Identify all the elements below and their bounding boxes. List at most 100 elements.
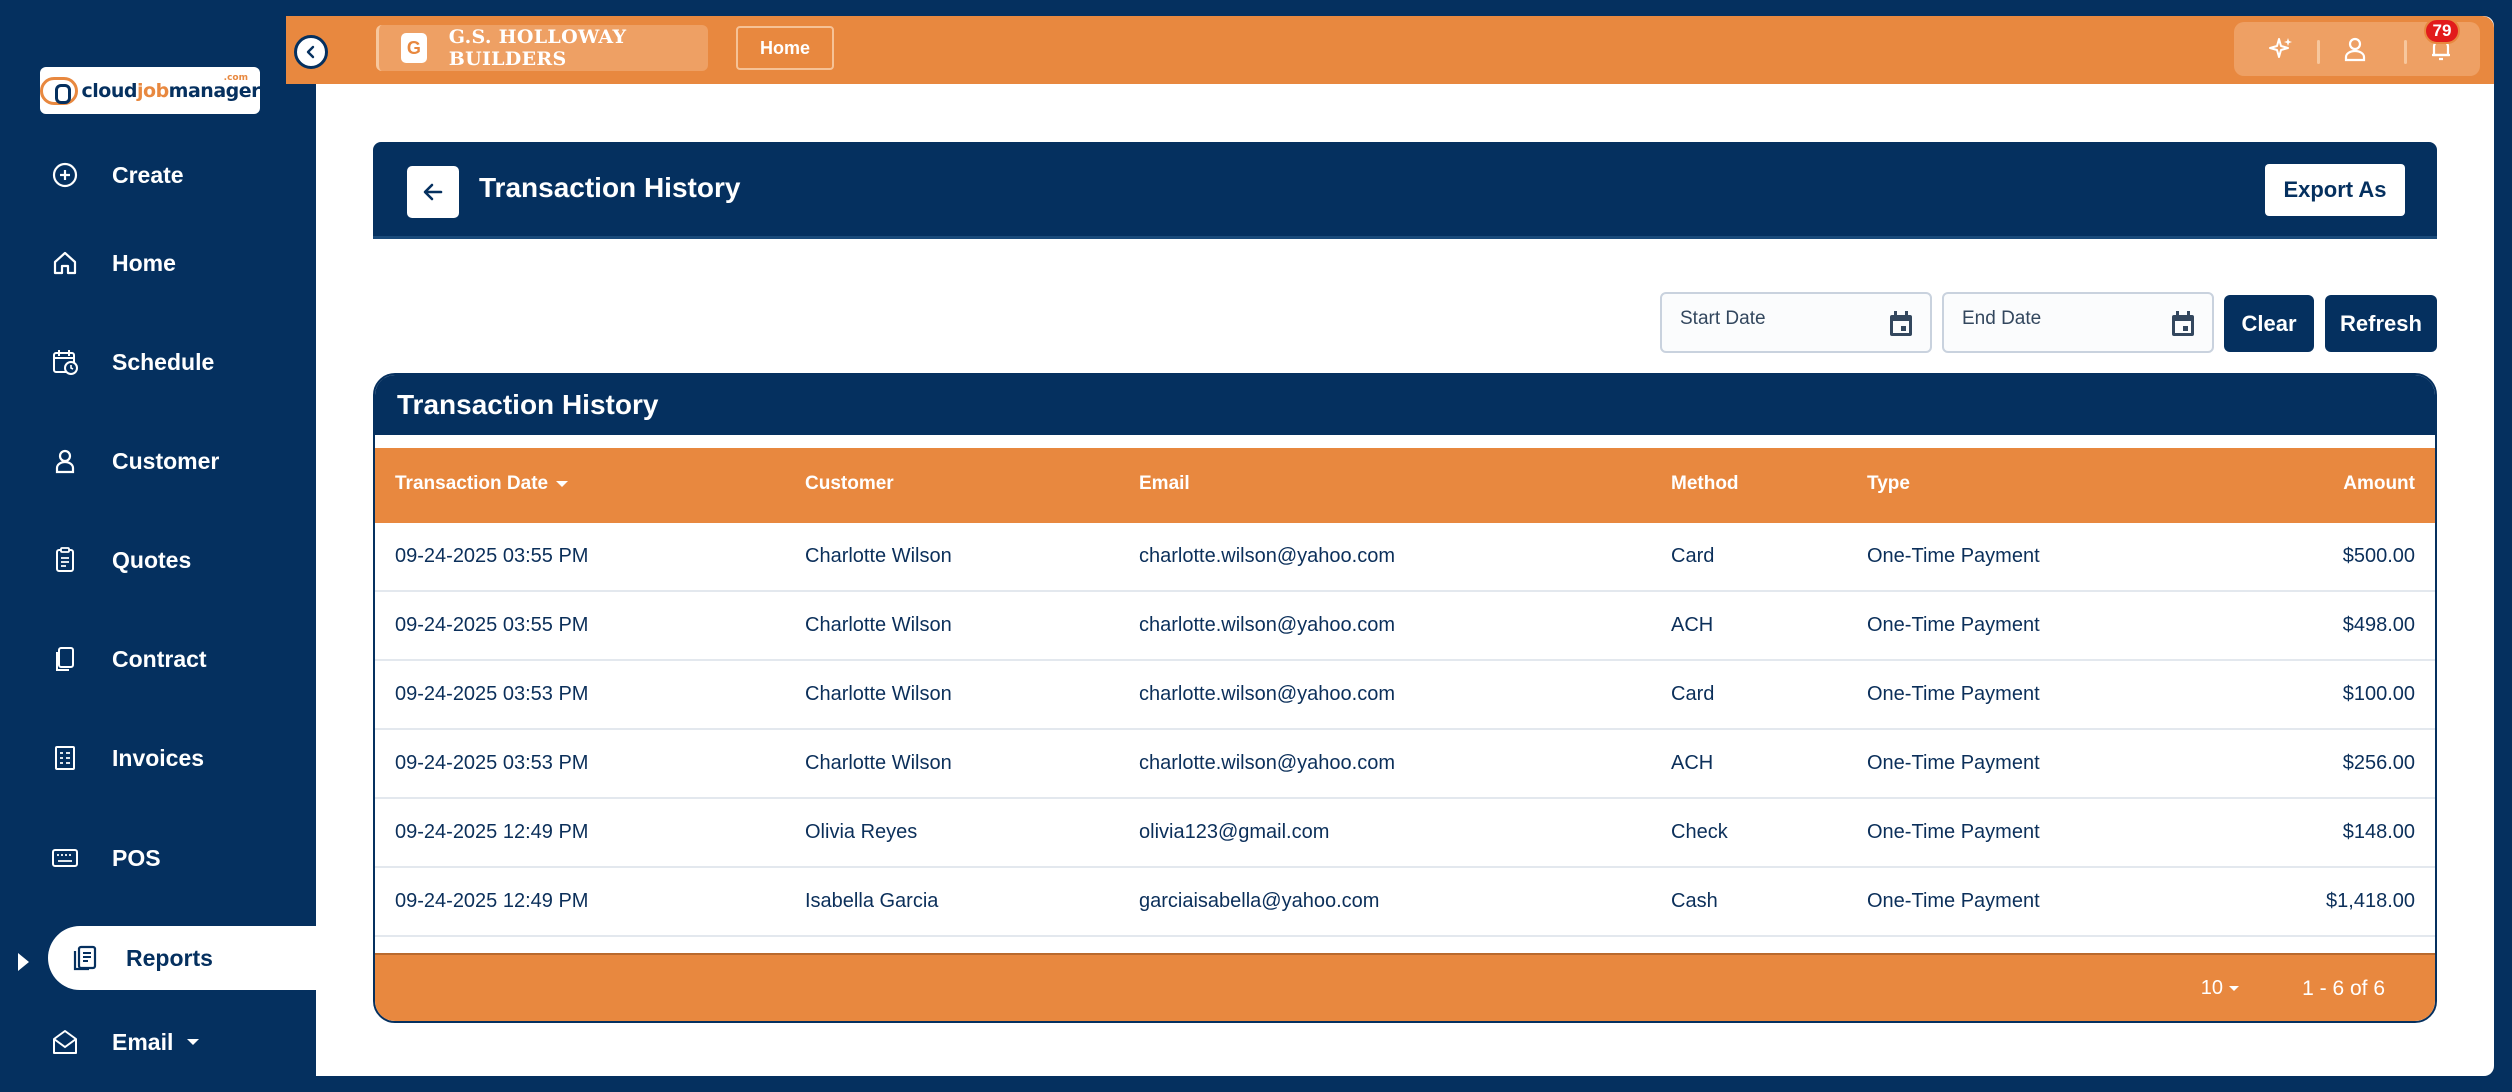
sidebar-item-reports[interactable]: Reports xyxy=(48,926,316,990)
user-profile-icon[interactable] xyxy=(2340,34,2370,64)
cell-type: One-Time Payment xyxy=(1867,545,2040,567)
clipboard-icon xyxy=(48,543,82,577)
collapse-sidebar-button[interactable] xyxy=(294,35,328,69)
sidebar-item-label: Email xyxy=(112,1028,174,1055)
sidebar-item-label: Quotes xyxy=(112,546,192,573)
active-indicator-icon xyxy=(18,953,29,971)
sidebar-item-label: Home xyxy=(112,249,176,276)
home-icon xyxy=(48,246,82,280)
cell-amount: $498.00 xyxy=(2342,614,2415,636)
table-header-bar: Transaction History xyxy=(375,375,2435,435)
cell-customer: Isabella Garcia xyxy=(805,890,939,912)
column-header-amount[interactable]: Amount xyxy=(2343,473,2415,495)
cell-method: Cash xyxy=(1671,890,1718,912)
cell-email: charlotte.wilson@yahoo.com xyxy=(1139,752,1395,774)
cloud-logo-icon xyxy=(40,76,78,105)
cell-email: charlotte.wilson@yahoo.com xyxy=(1139,683,1395,705)
calendar-icon xyxy=(1890,311,1912,336)
cell-method: ACH xyxy=(1671,614,1714,636)
cell-type: One-Time Payment xyxy=(1867,752,2040,774)
cell-date: 09-24-2025 12:49 PM xyxy=(395,821,589,843)
column-header-transaction-date[interactable]: Transaction Date xyxy=(395,473,569,495)
column-header-email[interactable]: Email xyxy=(1139,473,1190,495)
table-row[interactable]: 09-24-2025 12:49 PM Isabella Garcia garc… xyxy=(375,868,2435,937)
transactions-table-card: Transaction History Transaction Date Cus… xyxy=(373,373,2437,1023)
cell-date: 09-24-2025 03:53 PM xyxy=(395,683,589,705)
sidebar-item-label: Customer xyxy=(112,447,220,474)
logo-suffix: .com xyxy=(223,73,248,83)
page-title: Transaction History xyxy=(479,172,741,203)
sidebar-item-invoices[interactable]: Invoices xyxy=(48,726,316,790)
table-row[interactable]: 09-24-2025 03:53 PM Charlotte Wilson cha… xyxy=(375,661,2435,730)
user-icon xyxy=(48,444,82,478)
document-icon xyxy=(48,642,82,676)
table-column-headers: Transaction Date Customer Email Method T… xyxy=(375,448,2435,523)
company-name: G.S. HOLLOWAY BUILDERS xyxy=(448,26,627,70)
divider xyxy=(2404,40,2407,64)
notification-badge: 79 xyxy=(2424,18,2460,44)
table-row[interactable]: 09-24-2025 12:49 PM Olivia Reyes olivia1… xyxy=(375,799,2435,868)
sidebar-item-pos[interactable]: POS xyxy=(48,826,316,890)
table-pagination: 10 1 - 6 of 6 xyxy=(375,953,2435,1021)
sidebar-item-schedule[interactable]: Schedule xyxy=(48,330,316,394)
sidebar-item-contract[interactable]: Contract xyxy=(48,627,316,691)
refresh-button[interactable]: Refresh xyxy=(2325,295,2437,352)
export-as-button[interactable]: Export As xyxy=(2265,164,2405,216)
brand-logo[interactable]: cloudjobmanager .com xyxy=(40,67,261,114)
cell-customer: Charlotte Wilson xyxy=(805,683,952,705)
column-header-customer[interactable]: Customer xyxy=(805,473,894,495)
back-button[interactable] xyxy=(407,166,459,218)
cell-type: One-Time Payment xyxy=(1867,614,2040,636)
sidebar-item-email[interactable]: Email xyxy=(48,1010,316,1074)
table-row[interactable]: 09-24-2025 03:55 PM Charlotte Wilson cha… xyxy=(375,592,2435,661)
cell-email: olivia123@gmail.com xyxy=(1139,821,1330,843)
sidebar-item-home[interactable]: Home xyxy=(48,231,316,295)
cell-customer: Charlotte Wilson xyxy=(805,614,952,636)
cell-customer: Charlotte Wilson xyxy=(805,545,952,567)
chevron-down-icon xyxy=(187,1039,200,1045)
column-header-method[interactable]: Method xyxy=(1671,473,1739,495)
start-date-placeholder: Start Date xyxy=(1680,308,1766,329)
cell-date: 09-24-2025 12:49 PM xyxy=(395,890,589,912)
calendar-clock-icon xyxy=(48,345,82,379)
sidebar-item-label: Schedule xyxy=(112,348,215,375)
invoice-icon xyxy=(48,741,82,775)
breadcrumb-home[interactable]: Home xyxy=(736,26,834,70)
sidebar-item-label: Reports xyxy=(126,944,213,971)
company-switcher[interactable]: G G.S. HOLLOWAY BUILDERS xyxy=(376,25,708,71)
cell-amount: $500.00 xyxy=(2342,545,2415,567)
cell-type: One-Time Payment xyxy=(1867,821,2040,843)
sidebar-item-quotes[interactable]: Quotes xyxy=(48,528,316,592)
page-size-select[interactable]: 10 xyxy=(2201,977,2239,1000)
cell-email: garciaisabella@yahoo.com xyxy=(1139,890,1380,912)
cell-email: charlotte.wilson@yahoo.com xyxy=(1139,545,1395,567)
chevron-left-icon xyxy=(306,45,315,59)
cell-date: 09-24-2025 03:55 PM xyxy=(395,614,589,636)
keyboard-icon xyxy=(48,841,82,875)
sidebar-item-label: Invoices xyxy=(112,744,205,771)
table-row[interactable]: 09-24-2025 03:55 PM Charlotte Wilson cha… xyxy=(375,523,2435,592)
column-header-type[interactable]: Type xyxy=(1867,473,1910,495)
divider xyxy=(2317,40,2320,64)
cell-date: 09-24-2025 03:53 PM xyxy=(395,752,589,774)
clear-button[interactable]: Clear xyxy=(2224,295,2314,352)
chevron-down-icon xyxy=(2229,986,2239,991)
cell-method: Card xyxy=(1671,545,1715,567)
sidebar-item-label: Contract xyxy=(112,645,207,672)
calendar-icon xyxy=(2172,311,2194,336)
end-date-field[interactable]: End Date xyxy=(1942,292,2214,353)
table-row[interactable]: 09-24-2025 03:53 PM Charlotte Wilson cha… xyxy=(375,730,2435,799)
sidebar-item-customer[interactable]: Customer xyxy=(48,429,316,493)
cell-date: 09-24-2025 03:55 PM xyxy=(395,545,589,567)
page-header: Transaction History Export As xyxy=(373,142,2437,239)
cell-amount: $100.00 xyxy=(2342,683,2415,705)
sidebar-item-label: Create xyxy=(112,161,184,188)
sparkle-icon[interactable] xyxy=(2266,34,2296,64)
sidebar-item-create[interactable]: Create xyxy=(48,143,316,207)
arrow-left-icon xyxy=(423,183,443,201)
cell-type: One-Time Payment xyxy=(1867,890,2040,912)
cell-method: ACH xyxy=(1671,752,1714,774)
cell-method: Card xyxy=(1671,683,1715,705)
end-date-placeholder: End Date xyxy=(1962,308,2042,329)
start-date-field[interactable]: Start Date xyxy=(1660,292,1932,353)
